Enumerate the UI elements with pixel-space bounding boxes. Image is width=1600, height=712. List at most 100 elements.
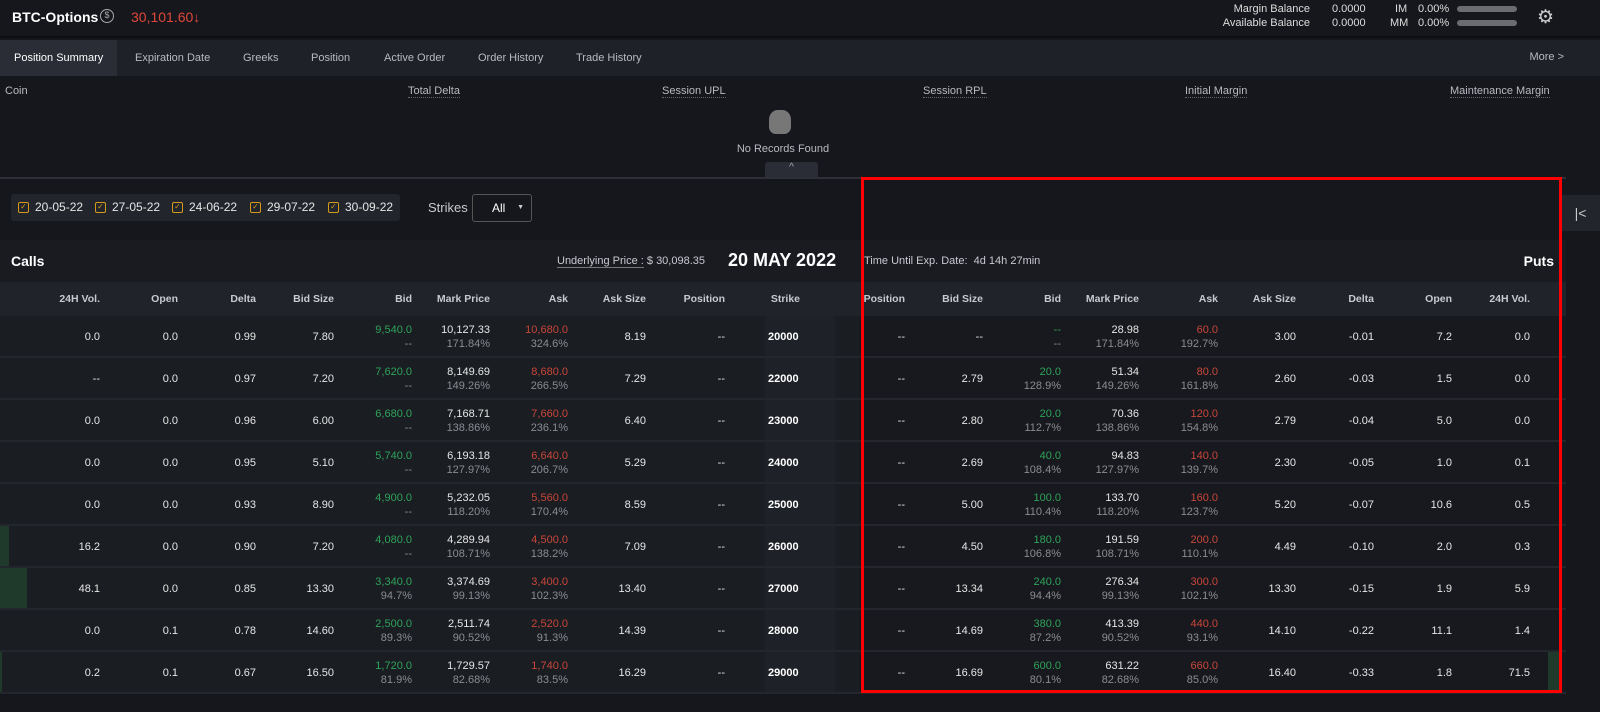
- calls-col-open[interactable]: Open: [151, 293, 178, 305]
- call-bid-price[interactable]: 5,740.0: [375, 450, 412, 462]
- call-ask-price[interactable]: 6,640.0: [531, 450, 568, 462]
- tab-order-history[interactable]: Order History: [464, 40, 557, 76]
- strike-cell: 27000: [768, 583, 799, 595]
- call-open-cell: 0.0: [162, 541, 178, 553]
- call-bid-size-cell: 16.50: [306, 667, 334, 679]
- calls-col-ask-size[interactable]: Ask Size: [603, 293, 646, 305]
- calls-col-strike[interactable]: Strike: [768, 293, 800, 305]
- call-ask-size-cell: 8.59: [624, 499, 646, 511]
- call-bid-price[interactable]: 9,540.0: [375, 324, 412, 336]
- calls-col-mark-price[interactable]: Mark Price: [437, 293, 490, 305]
- call-bid-price[interactable]: 1,720.0: [375, 660, 412, 672]
- empty-box-icon: [769, 110, 791, 134]
- strike-cell: 23000: [768, 415, 799, 427]
- call-bid-price[interactable]: 3,340.0: [375, 576, 412, 588]
- im-label: IM: [1395, 3, 1408, 15]
- calls-col-bid[interactable]: Bid: [395, 293, 412, 305]
- checkbox-checked-icon: ✓: [328, 201, 339, 213]
- call-bid-iv: --: [404, 548, 412, 560]
- expiry-checkbox[interactable]: ✓ 29-07-22: [250, 200, 315, 214]
- call-delta-cell: 0.97: [234, 373, 256, 385]
- tab-position-summary[interactable]: Position Summary: [0, 40, 118, 76]
- call-mark-price[interactable]: 6,193.18: [447, 450, 490, 462]
- call-mark-price[interactable]: 10,127.33: [441, 324, 490, 336]
- call-mark-price[interactable]: 1,729.57: [447, 660, 490, 672]
- expiry-date-label: 29-07-22: [267, 200, 316, 214]
- call-bid-price[interactable]: 4,900.0: [375, 492, 412, 504]
- arrow-down-icon: ↓: [193, 9, 201, 25]
- calls-title: Calls: [11, 253, 45, 269]
- more-link[interactable]: More >: [1529, 51, 1564, 63]
- calls-col-24h-vol[interactable]: 24H Vol.: [59, 293, 100, 305]
- call-mark-price[interactable]: 5,232.05: [447, 492, 490, 504]
- call-mark-price[interactable]: 7,168.71: [447, 408, 490, 420]
- call-bid-price[interactable]: 2,500.0: [375, 618, 412, 630]
- checkbox-checked-icon: ✓: [95, 201, 106, 213]
- gear-icon[interactable]: ⚙: [1537, 6, 1554, 29]
- tab-greeks[interactable]: Greeks: [229, 40, 292, 76]
- expiry-checkbox[interactable]: ✓ 20-05-22: [18, 200, 83, 214]
- collapse-chevron-up-icon[interactable]: ^: [765, 162, 818, 178]
- margin-balance-value: 0.0000: [1332, 3, 1366, 15]
- strike-cell: 22000: [768, 373, 799, 385]
- call-bid-iv: --: [404, 506, 412, 518]
- tab-trade-history[interactable]: Trade History: [562, 40, 656, 76]
- call-vol-cell: 0.2: [84, 667, 100, 679]
- call-delta-cell: 0.67: [234, 667, 256, 679]
- call-ask-price[interactable]: 4,500.0: [531, 534, 568, 546]
- call-mark-iv: 108.71%: [446, 548, 490, 560]
- strike-cell: 20000: [768, 331, 799, 343]
- call-mark-price[interactable]: 2,511.74: [448, 618, 490, 630]
- call-mark-price[interactable]: 3,374.69: [447, 576, 490, 588]
- call-ask-price[interactable]: 1,740.0: [531, 660, 568, 672]
- call-mark-iv: 82.68%: [452, 674, 490, 686]
- expiry-checkbox[interactable]: ✓ 24-06-22: [172, 200, 237, 214]
- call-bid-price[interactable]: 7,620.0: [375, 366, 412, 378]
- expiry-checkbox[interactable]: ✓ 27-05-22: [95, 200, 160, 214]
- mm-label: MM: [1390, 17, 1409, 29]
- available-balance-label: Available Balance: [1222, 17, 1310, 29]
- underlying-price: Underlying Price : $ 30,098.35: [557, 255, 705, 268]
- call-bid-price[interactable]: 4,080.0: [375, 534, 412, 546]
- call-ask-price[interactable]: 5,560.0: [531, 492, 568, 504]
- call-bid-iv: --: [404, 338, 412, 350]
- expiry-date-label: 27-05-22: [112, 200, 161, 214]
- call-bid-iv: --: [404, 464, 412, 476]
- call-bid-size-cell: 14.60: [306, 625, 334, 637]
- calls-col-ask[interactable]: Ask: [549, 293, 568, 305]
- call-bid-size-cell: 8.90: [312, 499, 334, 511]
- calls-col-bid-size[interactable]: Bid Size: [293, 293, 334, 305]
- available-balance-value: 0.0000: [1332, 17, 1366, 29]
- call-bid-price[interactable]: 6,680.0: [375, 408, 412, 420]
- call-vol-cell: 0.0: [84, 625, 100, 637]
- call-volume-bar: [0, 526, 10, 566]
- highlight-box: [861, 177, 1562, 693]
- summary-col-total-delta: Total Delta: [408, 85, 460, 98]
- call-ask-size-cell: 6.40: [624, 415, 646, 427]
- call-ask-price[interactable]: 10,680.0: [525, 324, 568, 336]
- calls-col-position[interactable]: Position: [684, 293, 725, 305]
- call-mark-price[interactable]: 8,149.69: [447, 366, 490, 378]
- strikes-select[interactable]: All ▼: [472, 194, 532, 222]
- expiry-date-label: 30-09-22: [345, 200, 394, 214]
- call-ask-iv: 138.2%: [530, 548, 568, 560]
- call-bid-iv: 81.9%: [380, 674, 412, 686]
- tab-expiration-date[interactable]: Expiration Date: [121, 40, 224, 76]
- tab-position[interactable]: Position: [297, 40, 364, 76]
- collapse-panel-icon[interactable]: |<: [1561, 195, 1600, 231]
- call-bid-iv: 94.7%: [380, 590, 412, 602]
- summary-col-session-rpl: Session RPL: [923, 85, 987, 98]
- call-ask-price[interactable]: 2,520.0: [531, 618, 568, 630]
- underlying-label: Underlying Price :: [557, 255, 644, 268]
- call-mark-price[interactable]: 4,289.94: [447, 534, 490, 546]
- call-ask-price[interactable]: 8,680.0: [531, 366, 568, 378]
- expiry-checkbox[interactable]: ✓ 30-09-22: [328, 200, 393, 214]
- instrument-title[interactable]: BTC-Options: [12, 9, 98, 25]
- call-bid-size-cell: 6.00: [312, 415, 334, 427]
- call-ask-price[interactable]: 7,660.0: [531, 408, 568, 420]
- call-ask-price[interactable]: 3,400.0: [531, 576, 568, 588]
- call-ask-iv: 266.5%: [530, 380, 568, 392]
- calls-col-delta[interactable]: Delta: [230, 293, 256, 305]
- tab-active-order[interactable]: Active Order: [370, 40, 459, 76]
- call-mark-iv: 118.20%: [447, 506, 490, 518]
